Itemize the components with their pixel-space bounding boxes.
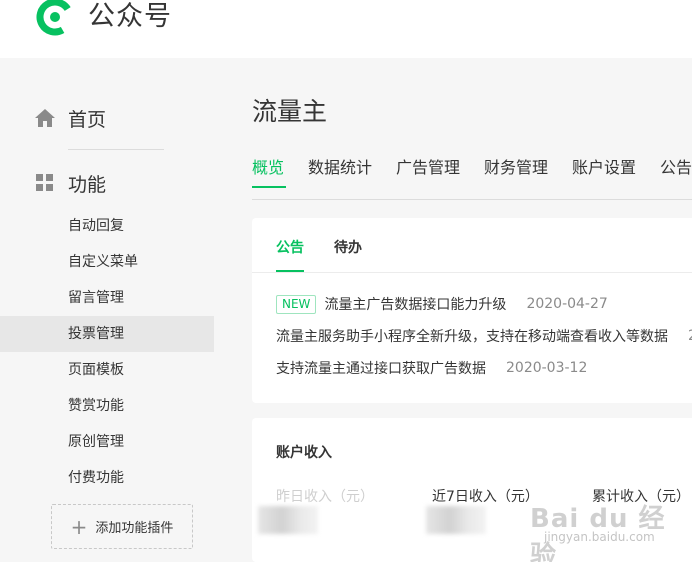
add-plugin-label: 添加功能插件 bbox=[95, 521, 174, 536]
sidebar-item-comments[interactable]: 留言管理 bbox=[0, 280, 214, 316]
tab-ad-management[interactable]: 广告管理 bbox=[396, 154, 460, 178]
add-plugin-button[interactable]: + 添加功能插件 bbox=[51, 504, 193, 549]
notice-subtabs: 公告 待办 bbox=[252, 218, 692, 273]
watermark-url: jingyan.baidu.com bbox=[544, 530, 655, 544]
sidebar: 首页 功能 自动回复 自定义菜单 留言管理 投票管理 页面模板 赞赏功能 原创管… bbox=[0, 58, 230, 562]
grid-icon bbox=[34, 172, 56, 194]
sidebar-item-home[interactable]: 首页 bbox=[34, 103, 106, 133]
sidebar-item-paid-features[interactable]: 付费功能 bbox=[0, 460, 214, 496]
sidebar-item-rewards[interactable]: 赞赏功能 bbox=[0, 388, 214, 424]
sidebar-item-originals[interactable]: 原创管理 bbox=[0, 424, 214, 460]
wechat-official-account-logo-icon[interactable] bbox=[34, 0, 76, 38]
notice-item[interactable]: 支持流量主通过接口获取广告数据 2020-03-12 bbox=[276, 357, 587, 379]
app-title: 公众号 bbox=[88, 1, 172, 32]
tab-overview[interactable]: 概览 bbox=[252, 154, 284, 178]
sidebar-item-page-templates[interactable]: 页面模板 bbox=[0, 352, 214, 388]
plus-icon: + bbox=[70, 514, 88, 539]
notice-item[interactable]: 流量主服务助手小程序全新升级，支持在移动端查看收入等数据 2 bbox=[276, 325, 692, 347]
notice-date: 2020-04-27 bbox=[526, 296, 608, 312]
notice-text: 流量主广告数据接口能力升级 bbox=[324, 297, 507, 313]
metric-yesterday-label: 昨日收入（元） bbox=[276, 489, 374, 505]
tab-account-settings[interactable]: 账户设置 bbox=[572, 154, 636, 178]
notice-card: 公告 待办 NEW 流量主广告数据接口能力升级 2020-04-27 流量主服务… bbox=[252, 218, 692, 403]
page-title: 流量主 bbox=[252, 97, 328, 126]
sidebar-divider bbox=[68, 149, 164, 150]
notice-text: 支持流量主通过接口获取广告数据 bbox=[276, 361, 486, 377]
notice-date: 2 bbox=[688, 328, 692, 344]
sidebar-submenu: 自动回复 自定义菜单 留言管理 投票管理 页面模板 赞赏功能 原创管理 付费功能 bbox=[0, 208, 214, 496]
notice-text: 流量主服务助手小程序全新升级，支持在移动端查看收入等数据 bbox=[276, 329, 668, 345]
baidu-watermark: Bai du 经验 jingyan.baidu.com bbox=[530, 498, 690, 562]
sidebar-item-custom-menu[interactable]: 自定义菜单 bbox=[0, 244, 214, 280]
metric-7day-value bbox=[426, 506, 486, 534]
top-bar: 公众号 bbox=[0, 0, 692, 58]
new-badge: NEW bbox=[276, 294, 317, 314]
subtab-notices[interactable]: 公告 bbox=[276, 237, 304, 257]
sidebar-item-features[interactable]: 功能 bbox=[34, 168, 106, 198]
metric-yesterday-value bbox=[258, 506, 318, 534]
tab-announcements[interactable]: 公告 bbox=[660, 154, 692, 178]
sidebar-item-label: 功能 bbox=[68, 173, 107, 196]
metric-7day-label: 近7日收入（元） bbox=[432, 489, 539, 505]
active-subtab-indicator bbox=[276, 270, 304, 272]
home-icon bbox=[34, 107, 56, 129]
main-tabs: 概览 数据统计 广告管理 财务管理 账户设置 公告 bbox=[252, 150, 692, 200]
notice-date: 2020-03-12 bbox=[506, 360, 588, 376]
sidebar-item-votes[interactable]: 投票管理 bbox=[0, 316, 214, 352]
sidebar-item-auto-reply[interactable]: 自动回复 bbox=[0, 208, 214, 244]
tab-data-stats[interactable]: 数据统计 bbox=[308, 154, 372, 178]
sidebar-item-label: 首页 bbox=[68, 108, 107, 131]
tab-finance[interactable]: 财务管理 bbox=[484, 154, 548, 178]
active-tab-indicator bbox=[252, 186, 286, 188]
notice-item[interactable]: NEW 流量主广告数据接口能力升级 2020-04-27 bbox=[276, 293, 608, 315]
subtab-todo[interactable]: 待办 bbox=[334, 237, 362, 257]
income-title: 账户收入 bbox=[276, 445, 332, 461]
